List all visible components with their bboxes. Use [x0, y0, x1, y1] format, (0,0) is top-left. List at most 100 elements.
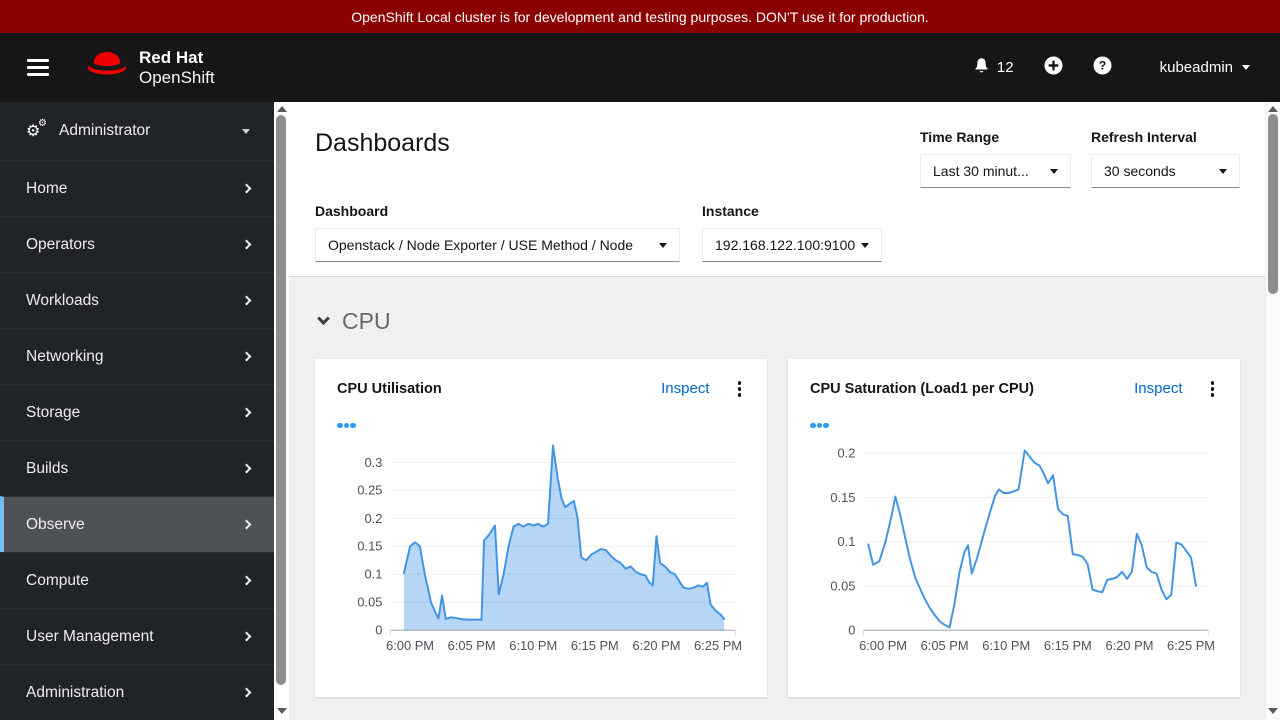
- sidebar-item-label: Administration: [26, 683, 125, 701]
- card-title: CPU Saturation (Load1 per CPU): [810, 380, 1034, 397]
- cpu-saturation-chart: 0 0.05 0.1 0.15 0.2 6:00 PM 6:05 PM 6:10 PM 6:15…: [830, 446, 1215, 653]
- svg-text:6:10 PM: 6:10 PM: [982, 638, 1030, 653]
- chart-legend-dots[interactable]: [810, 422, 1218, 428]
- sidebar-item-home[interactable]: Home: [0, 160, 274, 216]
- cpu-section-toggle[interactable]: CPU: [317, 308, 1240, 335]
- svg-text:6:15 PM: 6:15 PM: [571, 638, 619, 653]
- openshift-console: OpenShift Local cluster is for developme…: [0, 0, 1280, 720]
- chevron-right-icon: [241, 407, 252, 418]
- cpu-utilisation-chart: 0 0.05 0.1 0.15 0.2 0.25 0.3 6:00 PM 6:05 PM 6:10…: [357, 444, 742, 653]
- dashboard-select[interactable]: Openstack / Node Exporter / USE Method /…: [315, 228, 680, 262]
- chevron-down-icon: [1050, 168, 1058, 174]
- sidebar-item-networking[interactable]: Networking: [0, 328, 274, 384]
- chart-legend-dots[interactable]: [337, 422, 745, 428]
- svg-text:0.15: 0.15: [830, 490, 855, 505]
- svg-text:6:25 PM: 6:25 PM: [694, 638, 742, 653]
- chevron-right-icon: [241, 575, 252, 586]
- perspective-switcher[interactable]: ⚙ ⚙ Administrator: [0, 102, 274, 160]
- cpu-utilisation-card: CPU Utilisation Inspect 0 0.05 0.1 0.15 0.2 0…: [315, 359, 767, 697]
- sidebar-item-user-management[interactable]: User Management: [0, 608, 274, 664]
- sidebar-item-label: Workloads: [26, 291, 99, 309]
- chevron-down-icon: [1242, 65, 1250, 70]
- scroll-down-icon[interactable]: [276, 708, 287, 714]
- scrollbar-thumb[interactable]: [1268, 114, 1278, 294]
- sidebar-item-administration[interactable]: Administration: [0, 664, 274, 720]
- perspective-label: Administrator: [59, 122, 151, 139]
- sidebar-item-builds[interactable]: Builds: [0, 440, 274, 496]
- instance-label: Instance: [702, 203, 759, 219]
- help-button[interactable]: ?: [1093, 56, 1112, 80]
- svg-text:6:20 PM: 6:20 PM: [1106, 638, 1154, 653]
- sidebar-item-operators[interactable]: Operators: [0, 216, 274, 272]
- svg-text:0.2: 0.2: [364, 511, 382, 526]
- sidebar-nav: ⚙ ⚙ Administrator Home Operators Workload…: [0, 102, 274, 720]
- dashboards-header-section: Dashboards Time Range Last 30 minut... R…: [289, 102, 1265, 277]
- scroll-down-icon[interactable]: [1268, 708, 1278, 714]
- dashboard-scrollbar[interactable]: [1265, 102, 1280, 720]
- chevron-right-icon: [241, 463, 252, 474]
- cluster-warning-banner: OpenShift Local cluster is for developme…: [0, 0, 1280, 33]
- time-range-select[interactable]: Last 30 minut...: [920, 154, 1071, 188]
- sidebar-item-label: Observe: [26, 515, 85, 533]
- inspect-link[interactable]: Inspect: [1134, 380, 1182, 397]
- chevron-down-icon: [1219, 168, 1227, 174]
- cluster-warning-text: OpenShift Local cluster is for developme…: [351, 8, 929, 25]
- inspect-link[interactable]: Inspect: [661, 380, 709, 397]
- instance-value: 192.168.122.100:9100: [715, 237, 856, 253]
- scrollbar-thumb[interactable]: [276, 115, 286, 685]
- notification-count: 12: [996, 59, 1014, 76]
- sidebar-item-storage[interactable]: Storage: [0, 384, 274, 440]
- scroll-up-icon[interactable]: [1268, 106, 1278, 112]
- chevron-right-icon: [241, 239, 252, 250]
- svg-text:6:25 PM: 6:25 PM: [1167, 638, 1215, 653]
- brand-logo[interactable]: Red Hat OpenShift: [85, 48, 215, 87]
- notifications-button[interactable]: 12: [973, 57, 1014, 79]
- sidebar-item-compute[interactable]: Compute: [0, 552, 274, 608]
- cpu-section-title: CPU: [342, 308, 391, 334]
- sidebar-item-label: Storage: [26, 403, 81, 421]
- dashboard-label: Dashboard: [315, 203, 389, 219]
- add-button[interactable]: [1044, 56, 1063, 80]
- svg-text:6:10 PM: 6:10 PM: [509, 638, 557, 653]
- svg-text:0.15: 0.15: [357, 539, 382, 554]
- sidebar-item-workloads[interactable]: Workloads: [0, 272, 274, 328]
- page-scrollbar[interactable]: [274, 102, 289, 720]
- svg-text:0: 0: [375, 623, 382, 638]
- scroll-up-icon[interactable]: [276, 106, 287, 112]
- kebab-menu-icon[interactable]: [1207, 379, 1219, 399]
- main-content: Dashboards Time Range Last 30 minut... R…: [289, 102, 1265, 720]
- chevron-down-icon: [317, 312, 330, 326]
- kebab-menu-icon[interactable]: [734, 379, 746, 399]
- refresh-interval-select[interactable]: 30 seconds: [1091, 154, 1240, 188]
- svg-text:0.2: 0.2: [837, 446, 855, 461]
- chevron-right-icon: [241, 183, 252, 194]
- svg-text:0.05: 0.05: [357, 595, 382, 610]
- svg-text:?: ?: [1098, 58, 1105, 72]
- dashboard-value: Openstack / Node Exporter / USE Method /…: [328, 237, 634, 253]
- instance-select[interactable]: 192.168.122.100:9100: [702, 228, 882, 262]
- sidebar-item-observe[interactable]: Observe: [0, 496, 274, 552]
- chevron-right-icon: [241, 351, 252, 362]
- svg-text:6:05 PM: 6:05 PM: [448, 638, 496, 653]
- svg-text:0.1: 0.1: [364, 567, 382, 582]
- sidebar-item-label: Home: [26, 179, 68, 197]
- user-menu[interactable]: kubeadmin: [1160, 59, 1250, 76]
- cpu-saturation-card: CPU Saturation (Load1 per CPU) Inspect 0…: [788, 359, 1240, 697]
- chevron-down-icon: [242, 128, 250, 134]
- svg-text:6:05 PM: 6:05 PM: [921, 638, 969, 653]
- svg-text:6:15 PM: 6:15 PM: [1044, 638, 1092, 653]
- sidebar-item-label: Compute: [26, 571, 89, 589]
- svg-text:6:00 PM: 6:00 PM: [386, 638, 434, 653]
- time-range-label: Time Range: [920, 129, 1000, 145]
- question-circle-icon: ?: [1093, 56, 1112, 80]
- chevron-right-icon: [241, 687, 252, 698]
- sidebar-item-label: Networking: [26, 347, 104, 365]
- redhat-fedora-icon: [85, 49, 129, 86]
- sidebar-item-label: Builds: [26, 459, 69, 477]
- page-title: Dashboards: [315, 129, 450, 157]
- svg-text:6:00 PM: 6:00 PM: [859, 638, 907, 653]
- refresh-interval-label: Refresh Interval: [1091, 129, 1197, 145]
- hamburger-menu-icon[interactable]: [27, 59, 49, 76]
- svg-text:0: 0: [848, 623, 855, 638]
- svg-text:0.3: 0.3: [364, 455, 382, 470]
